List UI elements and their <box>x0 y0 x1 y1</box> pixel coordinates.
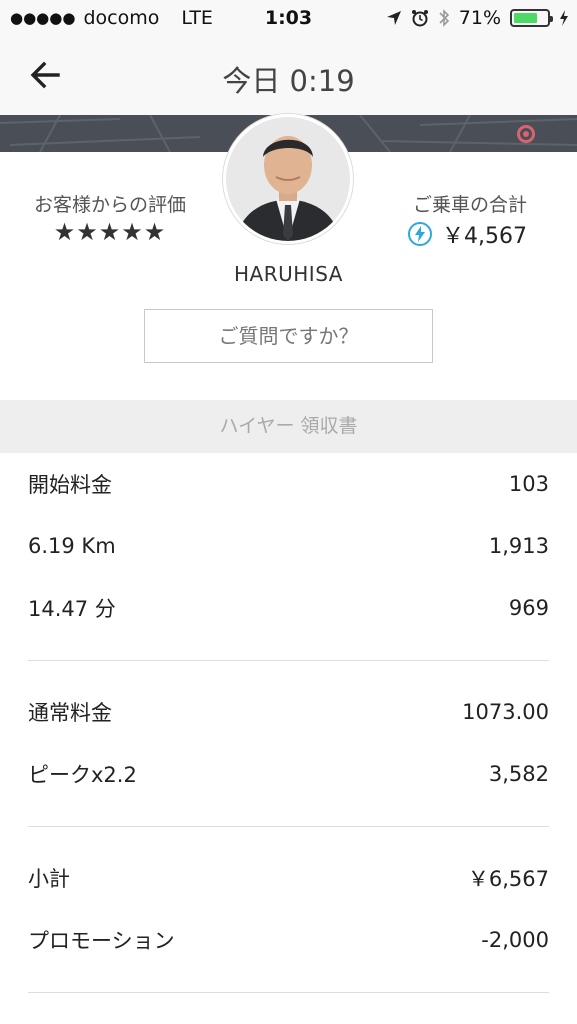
total-value: ￥4,567 <box>442 224 527 249</box>
location-arrow-icon <box>386 11 401 25</box>
receipt-label: 小計 <box>28 867 70 891</box>
navigation-bar: 今日 0:19 <box>0 38 577 115</box>
rating-label: お客様からの評価 <box>33 194 186 216</box>
receipt-header: ハイヤー 領収書 <box>0 400 577 453</box>
receipt-label: 開始料金 <box>28 473 112 497</box>
receipt-label: プロモーション <box>28 929 175 953</box>
bolt-icon <box>408 222 432 246</box>
receipt-row: 小計 ￥6,567 <box>0 847 577 909</box>
driver-photo <box>226 117 350 241</box>
destination-pin-icon <box>517 125 535 143</box>
receipt-row: ピークx2.2 3,582 <box>0 743 577 805</box>
receipt-value: 1073.00 <box>462 700 549 724</box>
battery-fill <box>514 13 537 23</box>
receipt-row: 14.47 分 969 <box>0 577 577 639</box>
receipt-value: 103 <box>508 472 549 496</box>
battery-percent: 71% <box>458 7 501 29</box>
star-rating: ★★★★★ <box>53 218 167 246</box>
driver-profile: お客様からの評価 ★★★★★ ご乗車の合計 ￥4,567 HARUHISA ご質… <box>0 114 577 400</box>
receipt-label: ピークx2.2 <box>28 763 137 787</box>
driver-avatar <box>223 114 353 244</box>
bluetooth-icon <box>439 9 449 27</box>
alarm-icon <box>411 10 428 27</box>
status-right: 71% <box>386 7 569 29</box>
driver-name: HARUHISA <box>234 262 343 286</box>
question-button[interactable]: ご質問ですか？ <box>144 309 433 363</box>
receipt-row: 通常料金 1073.00 <box>0 681 577 743</box>
charging-bolt-icon <box>560 10 568 26</box>
receipt-value: 3,582 <box>488 762 549 786</box>
receipt-row: 開始料金 103 <box>0 453 577 515</box>
status-bar: ●●●●● docomo LTE 1:03 71% <box>0 0 577 38</box>
battery-icon <box>510 9 553 27</box>
receipt-value: ￥6,567 <box>467 867 549 891</box>
receipt-row: 6.19 Km 1,913 <box>0 515 577 577</box>
receipt-list: 開始料金 103 6.19 Km 1,913 14.47 分 969 通常料金 … <box>0 453 577 993</box>
receipt-value: 1,913 <box>488 534 549 558</box>
page-title: 今日 0:19 <box>222 64 355 98</box>
receipt-label: 14.47 分 <box>28 597 116 621</box>
receipt-label: 通常料金 <box>28 701 112 725</box>
receipt-label: 6.19 Km <box>28 534 116 558</box>
receipt-value: 969 <box>508 596 549 620</box>
receipt-value: -2,000 <box>481 928 549 952</box>
receipt-row: プロモーション -2,000 <box>0 909 577 971</box>
total-amount: ￥4,567 <box>408 218 527 250</box>
total-label: ご乗車の合計 <box>412 194 527 216</box>
divider <box>28 992 549 993</box>
